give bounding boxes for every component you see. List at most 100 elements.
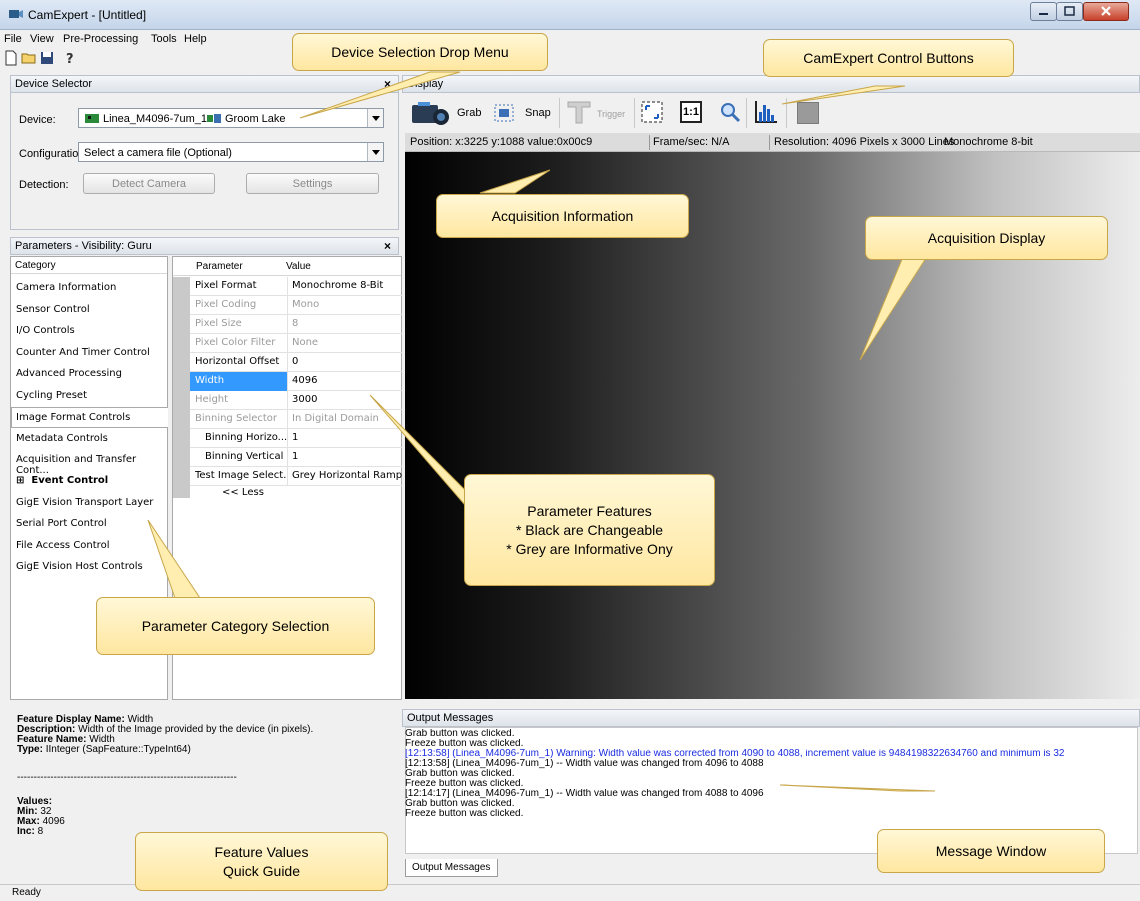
parameter-value[interactable]: 3000 bbox=[287, 391, 402, 410]
close-icon bbox=[1101, 6, 1111, 16]
feature-type-line: Type: IInteger (SapFeature::TypeInt64) bbox=[17, 744, 191, 755]
output-message-warning: [12:13:58] (Linea_M4096-7um_1) Warning: … bbox=[405, 749, 1065, 759]
settings-button[interactable]: Settings bbox=[246, 173, 379, 194]
category-item[interactable]: Serial Port Control bbox=[14, 514, 166, 535]
grab-button[interactable]: Grab bbox=[457, 107, 481, 119]
category-item[interactable]: I/O Controls bbox=[14, 321, 166, 342]
device-extra: Groom Lake bbox=[225, 113, 286, 125]
toolbar-separator bbox=[786, 98, 787, 128]
callout-line: * Black are Changeable bbox=[515, 521, 664, 538]
display-title: Display bbox=[407, 78, 444, 90]
output-message: Grab button was clicked. bbox=[405, 729, 515, 739]
output-message: Grab button was clicked. bbox=[405, 769, 515, 779]
menu-pre-processing[interactable]: Pre-Processing bbox=[63, 33, 138, 45]
category-item[interactable]: GigE Vision Transport Layer bbox=[14, 493, 166, 514]
parameter-value[interactable]: 1 bbox=[287, 429, 402, 448]
parameters-title: Parameters - Visibility: Guru bbox=[15, 240, 152, 252]
menu-view[interactable]: View bbox=[30, 33, 54, 45]
less-link[interactable]: << Less bbox=[222, 487, 264, 498]
category-item[interactable]: GigE Vision Host Controls bbox=[14, 557, 166, 578]
category-item[interactable]: Acquisition and Transfer Cont... bbox=[14, 450, 166, 476]
parameter-name: Binning Horizo... bbox=[205, 432, 287, 443]
parameter-row[interactable]: Horizontal Offset 0 bbox=[190, 353, 402, 372]
category-item[interactable]: Counter And Timer Control bbox=[14, 343, 166, 364]
callout-line: Quick Guide bbox=[222, 862, 301, 879]
stop-freeze-icon[interactable] bbox=[797, 102, 819, 124]
parameter-value: 8 bbox=[287, 315, 402, 334]
category-item[interactable]: Advanced Processing bbox=[14, 364, 166, 385]
chevron-down-icon[interactable] bbox=[367, 143, 383, 161]
save-icon[interactable] bbox=[39, 50, 55, 66]
category-item[interactable]: Camera Information bbox=[14, 278, 166, 299]
callout-message-window: Message Window bbox=[877, 829, 1105, 873]
close-window-button[interactable] bbox=[1083, 2, 1129, 21]
feature-separator: ----------------------------------------… bbox=[17, 773, 237, 783]
maximize-icon bbox=[1064, 6, 1075, 16]
parameter-row: Binning Selector In Digital Domain bbox=[190, 410, 402, 429]
parameter-column-headers: Parameter Value bbox=[173, 257, 401, 276]
parameter-row: Pixel Coding Mono bbox=[190, 296, 402, 315]
parameter-row-selected[interactable]: Width 4096 bbox=[190, 372, 402, 391]
snap-icon[interactable] bbox=[494, 104, 514, 122]
zoom-magnifier-icon[interactable] bbox=[719, 101, 741, 123]
trigger-button: Trigger bbox=[597, 109, 626, 119]
configuration-dropdown[interactable]: Select a camera file (Optional) bbox=[78, 142, 384, 162]
histogram-icon[interactable] bbox=[753, 99, 779, 125]
fit-to-screen-icon[interactable] bbox=[641, 101, 663, 123]
menu-help[interactable]: Help bbox=[184, 33, 207, 45]
parameter-row[interactable]: Binning Vertical 1 bbox=[190, 448, 402, 467]
parameter-row[interactable]: Pixel Format Monochrome 8-Bit bbox=[190, 277, 402, 296]
parameter-row[interactable]: Test Image Select... Grey Horizontal Ramp bbox=[190, 467, 402, 486]
output-title: Output Messages bbox=[407, 712, 494, 724]
tab-output-messages[interactable]: Output Messages bbox=[405, 859, 498, 877]
detect-camera-button[interactable]: Detect Camera bbox=[83, 173, 215, 194]
category-item[interactable]: Cycling Preset bbox=[14, 386, 166, 407]
device-selector-close-icon[interactable]: × bbox=[384, 77, 391, 91]
chevron-down-icon[interactable] bbox=[367, 109, 383, 127]
category-item[interactable]: File Access Control bbox=[14, 536, 166, 557]
configuration-value: Select a camera file (Optional) bbox=[84, 147, 232, 159]
parameter-value[interactable]: Grey Horizontal Ramp bbox=[287, 467, 402, 486]
info-separator bbox=[649, 135, 650, 150]
category-item-event-control[interactable]: ⊞ Event Control bbox=[14, 471, 166, 492]
callout-acquisition-display: Acquisition Display bbox=[865, 216, 1108, 260]
parameter-column-header: Parameter bbox=[196, 261, 243, 272]
camexpert-app-icon bbox=[9, 10, 23, 18]
parameters-close-icon[interactable]: × bbox=[384, 239, 391, 253]
parameter-row: Pixel Color Filter None bbox=[190, 334, 402, 353]
parameter-value[interactable]: 1 bbox=[287, 448, 402, 467]
parameter-row[interactable]: Height 3000 bbox=[190, 391, 402, 410]
category-item[interactable]: Sensor Control bbox=[14, 300, 166, 321]
snap-button[interactable]: Snap bbox=[525, 107, 551, 119]
category-item-selected[interactable]: Image Format Controls bbox=[14, 408, 166, 429]
parameter-name: Pixel Format bbox=[195, 280, 257, 291]
help-about-icon[interactable]: ? bbox=[62, 50, 78, 66]
parameter-value[interactable]: 4096 bbox=[287, 372, 402, 391]
display-header: Display bbox=[402, 75, 1140, 93]
inc-value-line: Inc: 8 bbox=[17, 826, 44, 837]
new-file-icon[interactable] bbox=[3, 50, 19, 66]
output-message: Freeze button was clicked. bbox=[405, 739, 524, 749]
pixel-format-readout: Monochrome 8-bit bbox=[944, 136, 1033, 148]
parameter-name: Width bbox=[190, 372, 287, 391]
parameter-row[interactable]: Binning Horizo... 1 bbox=[190, 429, 402, 448]
grab-camera-icon[interactable] bbox=[408, 99, 452, 127]
position-readout: Position: x:3225 y:1088 value:0x00c9 bbox=[410, 136, 593, 148]
parameter-value: Mono bbox=[287, 296, 402, 315]
parameter-value[interactable]: Monochrome 8-Bit bbox=[287, 277, 402, 296]
device-dropdown[interactable]: Linea_M4096-7um_1 Groom Lake bbox=[78, 108, 384, 128]
callout-line: Parameter Features bbox=[527, 502, 652, 519]
parameter-value: None bbox=[287, 334, 402, 353]
maximize-button[interactable] bbox=[1056, 2, 1083, 21]
menu-file[interactable]: File bbox=[4, 33, 22, 45]
menu-tools[interactable]: Tools bbox=[151, 33, 177, 45]
callout-category-selection: Parameter Category Selection bbox=[96, 597, 375, 655]
open-folder-icon[interactable] bbox=[21, 50, 37, 66]
network-camera-icon bbox=[207, 114, 221, 123]
info-separator bbox=[769, 135, 770, 150]
one-to-one-zoom-button[interactable]: 1:1 bbox=[680, 101, 702, 123]
expand-plus-icon[interactable]: ⊞ bbox=[16, 475, 24, 486]
category-item[interactable]: Metadata Controls bbox=[14, 429, 166, 450]
minimize-button[interactable] bbox=[1030, 2, 1057, 21]
parameter-value[interactable]: 0 bbox=[287, 353, 402, 372]
